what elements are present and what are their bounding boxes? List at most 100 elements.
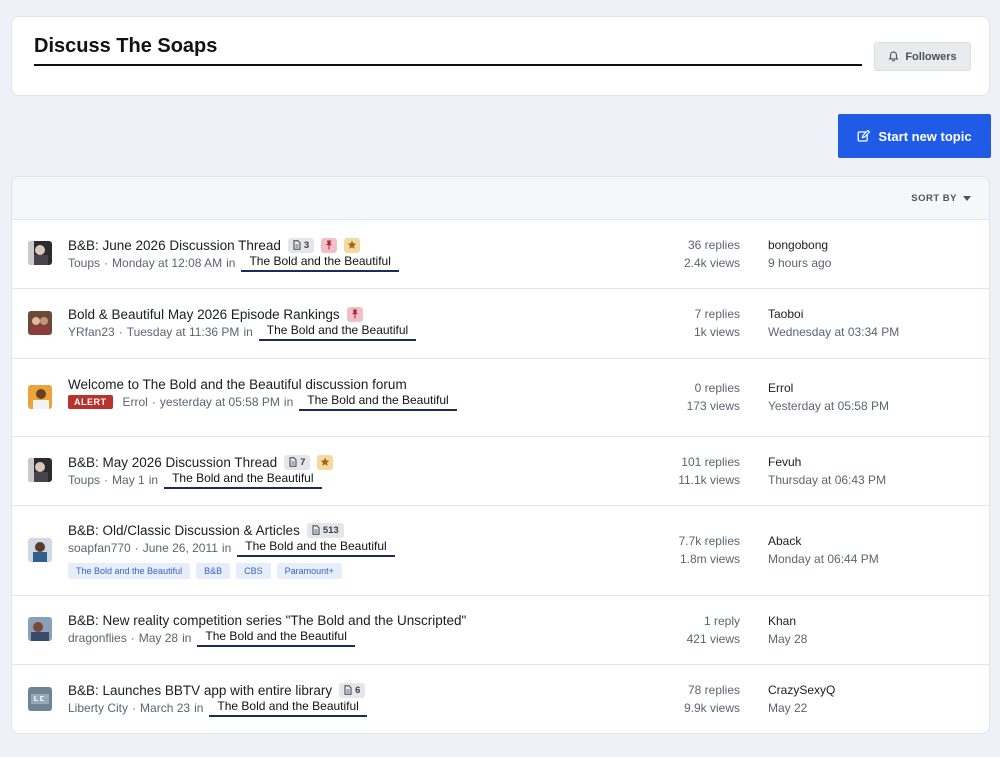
avatar[interactable] bbox=[28, 311, 52, 335]
meta-separator: · bbox=[132, 701, 137, 715]
last-post-time[interactable]: Thursday at 06:43 PM bbox=[768, 471, 886, 489]
meta-separator: · bbox=[130, 631, 135, 645]
last-post-info: Aback Monday at 06:44 PM bbox=[768, 532, 879, 568]
replies-count: 0 replies bbox=[694, 381, 740, 395]
forum-link[interactable]: The Bold and the Beautiful bbox=[241, 254, 399, 272]
tag-item[interactable]: The Bold and the Beautiful bbox=[68, 563, 191, 579]
topic-row[interactable]: B&B: May 2026 Discussion Thread 7 Toups … bbox=[12, 437, 989, 506]
last-post-info: bongobong 9 hours ago bbox=[768, 236, 831, 272]
topic-start-date: May 1 bbox=[112, 473, 145, 487]
last-post-user[interactable]: Khan bbox=[768, 612, 807, 630]
last-post-time[interactable]: 9 hours ago bbox=[768, 254, 831, 272]
last-post-time[interactable]: Yesterday at 05:58 PM bbox=[768, 397, 889, 415]
last-post-user[interactable]: bongobong bbox=[768, 236, 831, 254]
last-post-info: Khan May 28 bbox=[768, 612, 807, 648]
pages-badge[interactable]: 7 bbox=[284, 454, 311, 470]
start-new-topic-button[interactable]: Start new topic bbox=[838, 114, 991, 158]
topic-title[interactable]: Bold & Beautiful May 2026 Episode Rankin… bbox=[68, 307, 340, 322]
pinned-badge bbox=[346, 306, 363, 322]
topic-stats: 36 replies 2.4k views bbox=[684, 236, 740, 272]
replies-count: 36 replies bbox=[687, 238, 740, 252]
pin-icon bbox=[351, 309, 359, 319]
document-icon bbox=[312, 525, 320, 535]
in-label: in bbox=[221, 541, 232, 555]
last-post-user[interactable]: Taoboi bbox=[768, 305, 899, 323]
last-post-time[interactable]: Monday at 06:44 PM bbox=[768, 550, 879, 568]
topic-row[interactable]: B&B: June 2026 Discussion Thread 3 Toups… bbox=[12, 220, 989, 289]
topic-author[interactable]: Toups bbox=[68, 256, 100, 270]
replies-count: 7.7k replies bbox=[678, 534, 740, 548]
avatar[interactable] bbox=[28, 385, 52, 409]
bell-icon bbox=[888, 51, 899, 62]
avatar[interactable] bbox=[28, 458, 52, 482]
in-label: in bbox=[226, 256, 236, 270]
sort-by-dropdown[interactable]: SORT BY bbox=[911, 193, 971, 204]
forum-link[interactable]: The Bold and the Beautiful bbox=[197, 629, 355, 647]
avatar[interactable] bbox=[28, 241, 52, 265]
topic-author[interactable]: Errol bbox=[123, 395, 148, 409]
topic-stats: 101 replies 11.1k views bbox=[678, 453, 740, 489]
forum-link[interactable]: The Bold and the Beautiful bbox=[299, 393, 457, 411]
meta-separator: · bbox=[104, 473, 109, 487]
avatar[interactable] bbox=[28, 687, 52, 711]
meta-separator: · bbox=[151, 395, 156, 409]
last-post-info: Fevuh Thursday at 06:43 PM bbox=[768, 453, 886, 489]
start-new-topic-label: Start new topic bbox=[878, 128, 972, 144]
followers-button[interactable]: Followers bbox=[874, 42, 971, 71]
tag-item[interactable]: Paramount+ bbox=[276, 563, 342, 579]
topic-start-date: May 28 bbox=[138, 631, 179, 645]
star-icon bbox=[347, 240, 357, 250]
meta-separator: · bbox=[118, 325, 123, 339]
topic-author[interactable]: Liberty City bbox=[68, 701, 128, 715]
topic-row[interactable]: B&B: Old/Classic Discussion & Articles 5… bbox=[12, 506, 989, 596]
avatar[interactable] bbox=[28, 617, 52, 641]
forum-link[interactable]: The Bold and the Beautiful bbox=[164, 471, 322, 489]
topic-author[interactable]: Toups bbox=[68, 473, 100, 487]
topic-title[interactable]: B&B: Old/Classic Discussion & Articles bbox=[68, 523, 300, 538]
topic-author[interactable]: soapfan770 bbox=[68, 541, 131, 555]
topic-author[interactable]: YRfan23 bbox=[68, 325, 115, 339]
last-post-time[interactable]: May 28 bbox=[768, 630, 807, 648]
pages-badge[interactable]: 513 bbox=[306, 522, 344, 538]
replies-count: 101 replies bbox=[681, 455, 740, 469]
topic-title[interactable]: Welcome to The Bold and the Beautiful di… bbox=[68, 377, 407, 392]
topic-row[interactable]: Welcome to The Bold and the Beautiful di… bbox=[12, 359, 989, 437]
topic-row[interactable]: B&B: Launches BBTV app with entire libra… bbox=[12, 665, 989, 733]
document-icon bbox=[344, 685, 352, 695]
forum-link[interactable]: The Bold and the Beautiful bbox=[258, 323, 417, 341]
topic-list-header: SORT BY bbox=[12, 177, 989, 220]
tag-item[interactable]: CBS bbox=[236, 563, 271, 579]
last-post-user[interactable]: Fevuh bbox=[768, 453, 886, 471]
replies-count: 78 replies bbox=[687, 683, 740, 697]
last-post-time[interactable]: Wednesday at 03:34 PM bbox=[768, 323, 899, 341]
last-post-time[interactable]: May 22 bbox=[768, 699, 835, 717]
last-post-user[interactable]: Aback bbox=[768, 532, 879, 550]
topic-title[interactable]: B&B: New reality competition series "The… bbox=[68, 613, 466, 628]
last-post-user[interactable]: CrazySexyQ bbox=[768, 681, 835, 699]
topic-title[interactable]: B&B: May 2026 Discussion Thread bbox=[68, 455, 277, 470]
avatar[interactable] bbox=[28, 538, 52, 562]
pages-badge[interactable]: 3 bbox=[287, 237, 315, 253]
document-icon bbox=[293, 240, 301, 250]
pages-badge[interactable]: 6 bbox=[339, 682, 366, 698]
in-label: in bbox=[283, 395, 294, 409]
topic-row[interactable]: B&B: New reality competition series "The… bbox=[12, 596, 989, 665]
page-title: Discuss The Soaps bbox=[34, 35, 218, 57]
views-count: 1.8m views bbox=[679, 552, 740, 566]
pages-count: 6 bbox=[355, 684, 361, 696]
chevron-down-icon bbox=[963, 196, 971, 201]
topic-row[interactable]: Bold & Beautiful May 2026 Episode Rankin… bbox=[12, 289, 989, 359]
topic-stats: 78 replies 9.9k views bbox=[684, 681, 740, 717]
topic-start-date: yesterday at 05:58 PM bbox=[159, 395, 280, 409]
forum-link[interactable]: The Bold and the Beautiful bbox=[237, 539, 395, 557]
alert-badge: ALERT bbox=[68, 395, 113, 409]
topic-author[interactable]: dragonflies bbox=[68, 631, 127, 645]
topic-title[interactable]: B&B: June 2026 Discussion Thread bbox=[68, 238, 281, 253]
forum-link[interactable]: The Bold and the Beautiful bbox=[209, 699, 367, 717]
in-label: in bbox=[194, 701, 204, 715]
topic-title[interactable]: B&B: Launches BBTV app with entire libra… bbox=[68, 683, 332, 698]
pages-count: 513 bbox=[322, 524, 339, 536]
last-post-user[interactable]: Errol bbox=[768, 379, 889, 397]
tag-item[interactable]: B&B bbox=[196, 563, 231, 579]
document-icon bbox=[289, 457, 297, 467]
